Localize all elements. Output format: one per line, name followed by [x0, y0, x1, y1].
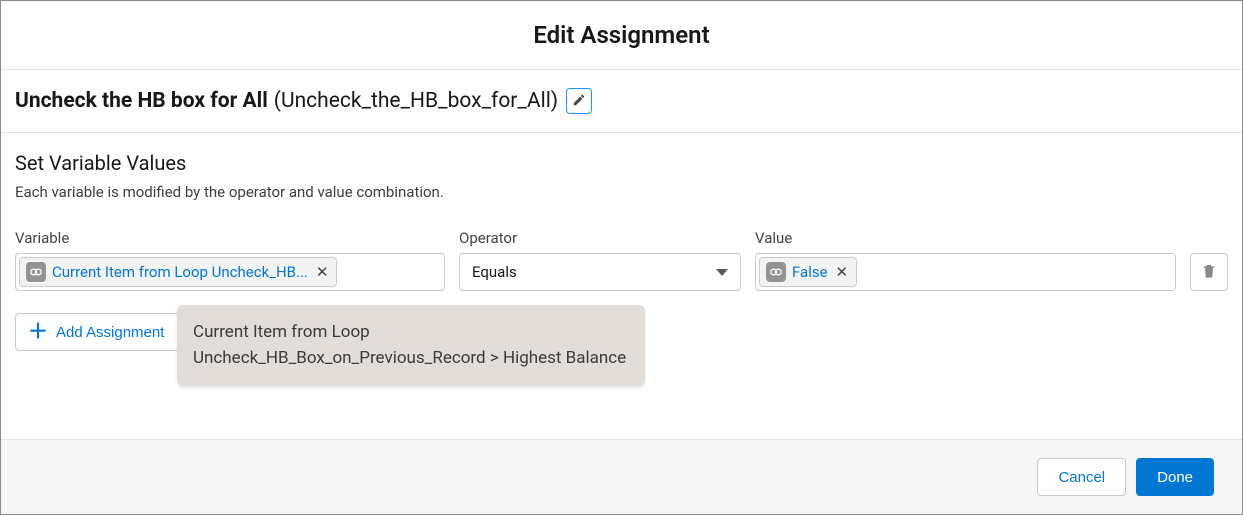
add-assignment-button[interactable]: ＋ Add Assignment: [15, 313, 181, 351]
variable-input[interactable]: Current Item from Loop Uncheck_HB... ✕: [15, 253, 445, 291]
value-input[interactable]: False ✕: [755, 253, 1176, 291]
modal-header: Edit Assignment: [1, 1, 1242, 70]
header-operator: Operator: [459, 229, 741, 247]
resource-icon: [26, 262, 46, 282]
resource-icon: [766, 262, 786, 282]
modal-title: Edit Assignment: [1, 21, 1242, 49]
edit-name-button[interactable]: [566, 88, 592, 114]
variable-pill-text: Current Item from Loop Uncheck_HB...: [52, 263, 308, 281]
value-pill-remove[interactable]: ✕: [834, 265, 851, 280]
element-api-name: (Uncheck_the_HB_box_for_All): [274, 89, 558, 113]
delete-row-button[interactable]: [1190, 253, 1228, 291]
plus-icon: ＋: [28, 322, 48, 342]
section-description: Each variable is modified by the operato…: [15, 183, 1228, 201]
column-headers: Variable Operator Value: [15, 229, 1228, 253]
element-label: Uncheck the HB box for All: [15, 89, 268, 113]
assignment-row: Current Item from Loop Uncheck_HB... ✕ E…: [15, 253, 1228, 291]
variable-pill-remove[interactable]: ✕: [314, 265, 331, 280]
pencil-icon: [572, 93, 586, 110]
header-value: Value: [755, 229, 1178, 247]
section-title: Set Variable Values: [15, 151, 1228, 175]
value-pill: False ✕: [759, 257, 857, 287]
tooltip-text: Current Item from Loop Uncheck_HB_Box_on…: [193, 322, 626, 368]
add-assignment-label: Add Assignment: [56, 324, 164, 341]
variable-pill: Current Item from Loop Uncheck_HB... ✕: [19, 257, 337, 287]
done-button[interactable]: Done: [1136, 458, 1214, 496]
chevron-down-icon: [716, 269, 728, 276]
cancel-button[interactable]: Cancel: [1037, 458, 1126, 496]
element-name-section: Uncheck the HB box for All (Uncheck_the_…: [1, 70, 1242, 133]
operator-value: Equals: [472, 263, 517, 281]
variable-tooltip: Current Item from Loop Uncheck_HB_Box_on…: [177, 305, 645, 386]
header-variable: Variable: [15, 229, 445, 247]
assignment-body: Set Variable Values Each variable is mod…: [1, 133, 1242, 439]
value-pill-text: False: [792, 263, 828, 281]
modal-footer: Cancel Done: [1, 439, 1242, 514]
edit-assignment-modal: Edit Assignment Uncheck the HB box for A…: [0, 0, 1243, 515]
operator-select[interactable]: Equals: [459, 253, 741, 291]
trash-icon: [1201, 262, 1217, 283]
